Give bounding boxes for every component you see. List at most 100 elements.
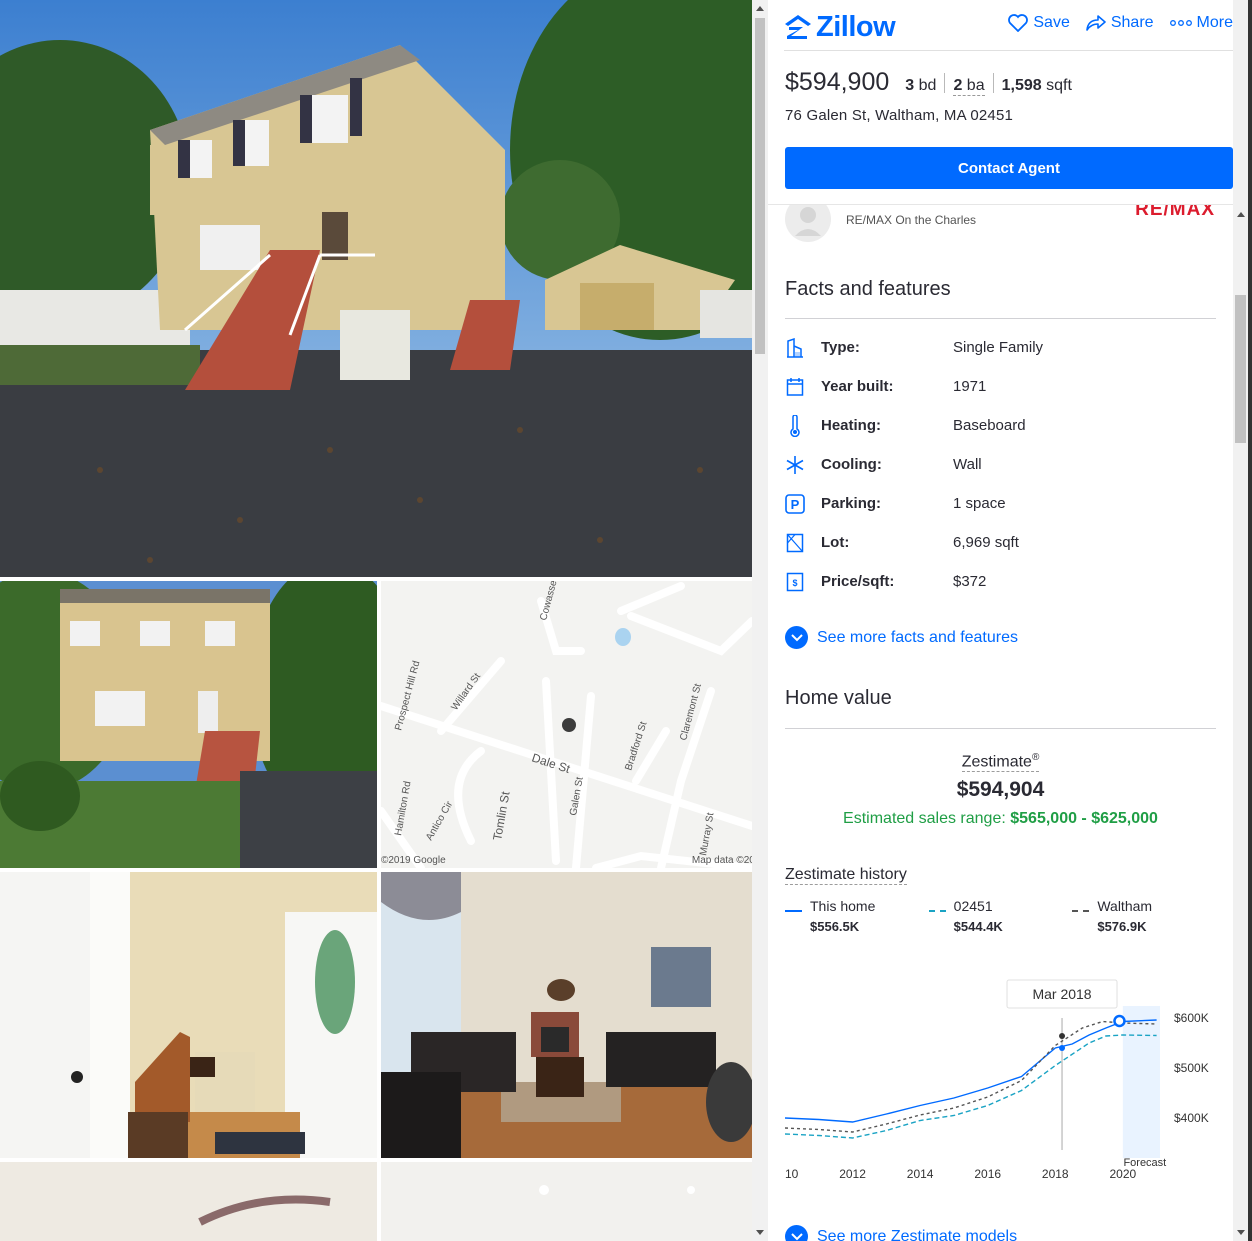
fact-value: Single Family: [953, 339, 1044, 356]
hover-point: [1059, 1045, 1066, 1051]
legend-swatch: [785, 910, 802, 912]
scroll-up-icon[interactable]: [756, 6, 764, 11]
photo-thumbnail-living-room[interactable]: [381, 872, 752, 1158]
fact-row-lot: Lot: 6,969 sqft: [785, 523, 1216, 562]
home-type-icon: [785, 337, 805, 359]
gallery-scroll-thumb[interactable]: [755, 18, 765, 354]
scroll-down-icon[interactable]: [1237, 1230, 1245, 1235]
more-dots-icon: [1169, 20, 1192, 26]
tooltip-label: Mar 2018: [1032, 986, 1091, 1002]
fact-row-heating: Heating: Baseboard: [785, 406, 1216, 445]
legend-item-zip[interactable]: 02451 $544.4K: [928, 898, 1073, 934]
agent-office: RE/MAX On the Charles: [846, 213, 977, 227]
fact-label: Lot:: [821, 534, 850, 551]
gallery-scrollbar[interactable]: [752, 0, 768, 1241]
price-tag-icon: $: [785, 571, 805, 593]
listing-price: $594,900: [785, 68, 890, 96]
facts-list: Type: Single Family Year built: 1971 Hea…: [785, 328, 1216, 601]
scroll-up-icon[interactable]: [1237, 212, 1245, 217]
room-image: [0, 1162, 377, 1241]
header-actions: Save Share More: [1008, 14, 1233, 32]
fact-row-year-built: Year built: 1971: [785, 367, 1216, 406]
forecast-band: [1122, 1006, 1160, 1158]
photo-thumbnail-exterior[interactable]: [0, 581, 377, 868]
fact-value: 1 space: [953, 495, 1006, 512]
save-label: Save: [1033, 14, 1070, 31]
home-value-title: Home value: [785, 687, 892, 709]
fact-label: Year built:: [821, 378, 894, 395]
entry-hall-image: [0, 872, 377, 1158]
series-line: [785, 1034, 1157, 1139]
share-label: Share: [1110, 14, 1154, 31]
see-more-facts-label: See more facts and features: [817, 628, 1018, 646]
x-tick-label: 2010: [785, 1167, 799, 1181]
scroll-down-icon[interactable]: [756, 1230, 764, 1235]
baths[interactable]: 2 ba: [953, 77, 985, 96]
divider: [944, 72, 946, 93]
map-attribution: Map data ©2019: [691, 855, 752, 866]
map-thumbnail[interactable]: Cowasset Ln Willard St Dale St Bradford …: [381, 581, 752, 868]
y-tick-label: $500K: [1174, 1061, 1209, 1075]
facts-title: Facts and features: [785, 278, 951, 300]
legend-item-city[interactable]: Waltham $576.9K: [1072, 898, 1216, 934]
more-button[interactable]: More: [1169, 14, 1233, 32]
listing-header: Zillow Save Share More $594,900 3 bd 2 b…: [768, 0, 1233, 205]
svg-text:P: P: [791, 497, 800, 512]
fact-row-parking: P Parking: 1 space: [785, 484, 1216, 523]
x-tick-label: 2016: [974, 1167, 1001, 1181]
legend-swatch: [928, 910, 946, 912]
x-tick-label: 2018: [1042, 1167, 1069, 1181]
legend-value: $556.5K: [810, 919, 860, 934]
legend-name: This home: [810, 898, 876, 914]
thermometer-icon: [785, 414, 805, 437]
details-scrollbar[interactable]: [1233, 0, 1248, 1241]
zestimate-history-chart[interactable]: Forecast$400K$500K$600K20102012201420162…: [785, 978, 1216, 1188]
legend-item-this-home[interactable]: This home $556.5K: [785, 898, 929, 934]
see-more-zestimate-link[interactable]: See more Zestimate models: [785, 1225, 1017, 1241]
listing-address: 76 Galen St, Waltham, MA 02451: [785, 107, 1014, 124]
zestimate-value: $594,904: [956, 778, 1045, 802]
heart-icon: [1008, 14, 1029, 32]
x-tick-label: 2014: [907, 1167, 934, 1181]
living-room-image: [381, 872, 752, 1158]
fact-row-cooling: Cooling: Wall: [785, 445, 1216, 484]
zillow-logo[interactable]: Zillow: [784, 10, 896, 44]
svg-text:$: $: [792, 578, 797, 588]
zestimate-box: Zestimate® $594,904 Estimated sales rang…: [785, 752, 1216, 828]
house-exterior-image: [0, 0, 752, 577]
chevron-down-icon: [785, 1225, 808, 1241]
share-button[interactable]: Share: [1086, 14, 1154, 32]
lot-icon: [785, 532, 805, 554]
chevron-down-icon: [785, 626, 808, 649]
photo-thumbnail-entry[interactable]: [0, 872, 377, 1158]
photo-thumbnail-6[interactable]: [381, 1162, 752, 1241]
x-tick-label: 2012: [839, 1167, 866, 1181]
listing-details-panel: RE/MAX On the Charles RE/MAX Zillow Save: [768, 0, 1233, 1241]
parking-icon: P: [785, 493, 805, 515]
more-label: More: [1196, 14, 1233, 31]
chart-legend: This home $556.5K 02451 $544.4K Waltham …: [785, 898, 1216, 934]
zestimate-range: Estimated sales range: $565,000 - $625,0…: [843, 810, 1158, 828]
divider: [992, 72, 994, 93]
photo-thumbnail-5[interactable]: [0, 1162, 377, 1241]
section-divider: [785, 318, 1216, 319]
see-more-facts-link[interactable]: See more facts and features: [785, 626, 1018, 649]
calendar-icon: [785, 376, 805, 398]
room-image: [381, 1162, 752, 1241]
photo-gallery: Cowasset Ln Willard St Dale St Bradford …: [0, 0, 752, 1241]
fact-value: $372: [953, 573, 987, 590]
neighborhood-map: Cowasset Ln Willard St Dale St Bradford …: [381, 581, 752, 868]
see-more-zestimate-label: See more Zestimate models: [817, 1227, 1018, 1241]
map-copyright: ©2019 Google: [381, 855, 446, 866]
details-scroll-thumb[interactable]: [1235, 295, 1246, 443]
contact-agent-button[interactable]: Contact Agent: [785, 147, 1233, 189]
main-photo[interactable]: [0, 0, 752, 577]
zestimate-history-title[interactable]: Zestimate history: [785, 866, 907, 885]
current-value-marker: [1113, 1014, 1126, 1028]
legend-value: $576.9K: [1097, 919, 1147, 934]
fact-label: Cooling:: [821, 456, 882, 473]
save-button[interactable]: Save: [1008, 14, 1070, 32]
zillow-house-icon: [785, 15, 811, 39]
y-tick-label: $400K: [1174, 1111, 1209, 1125]
zestimate-label[interactable]: Zestimate®: [961, 752, 1040, 773]
